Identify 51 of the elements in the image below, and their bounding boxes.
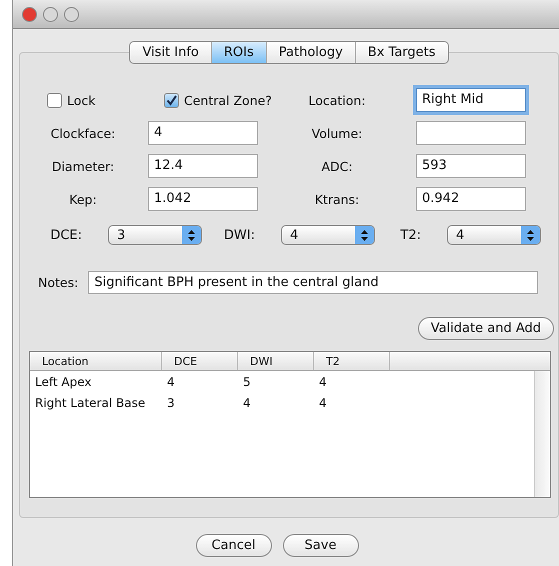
table-cell-text: 4 (242, 396, 252, 410)
input-field[interactable]: 4 (148, 121, 258, 145)
field-label: Ktrans: (314, 192, 360, 206)
input-field[interactable]: 593 (416, 154, 526, 178)
column-header[interactable]: T2 (314, 352, 390, 370)
dropdown-label: DWI: (222, 228, 256, 242)
stepper-icon (355, 226, 374, 244)
save-button[interactable]: Save (282, 534, 358, 557)
cancel-button[interactable]: Cancel (196, 534, 272, 557)
field-label: Volume: (310, 126, 364, 140)
dropdown[interactable]: 4 (281, 225, 375, 245)
table-cell-text: 4 (166, 374, 176, 388)
close-icon[interactable] (22, 6, 37, 22)
column-header[interactable]: Location (30, 352, 162, 370)
column-header[interactable]: DWI (238, 352, 314, 370)
minimize-icon[interactable] (43, 6, 58, 22)
dropdown-label: DCE: (49, 228, 83, 242)
notes-label: Notes: (38, 275, 78, 290)
tab[interactable]: ROIs (210, 42, 266, 63)
field-label: Location: (307, 92, 367, 108)
field-label: Diameter: (50, 158, 116, 174)
field-label: ADC: (320, 158, 354, 174)
table-cell-text: 5 (242, 374, 252, 388)
checkbox[interactable] (47, 92, 62, 108)
column-header[interactable]: DCE (162, 352, 238, 370)
table-cell-text: 3 (166, 396, 176, 410)
scroll-bar[interactable] (534, 371, 550, 497)
tab[interactable]: Pathology (266, 42, 355, 63)
validate-button[interactable]: Validate and Add (418, 317, 554, 340)
input-field[interactable]: 1.042 (148, 187, 258, 211)
dropdown[interactable]: 3 (108, 225, 202, 245)
dropdown-label: T2: (399, 228, 422, 242)
field-label: Clockface: (50, 126, 116, 140)
stepper-icon (521, 226, 540, 244)
table-cell-text: 4 (318, 396, 328, 410)
input-field[interactable]: 0.942 (416, 187, 526, 211)
input-field[interactable] (416, 121, 526, 145)
input-field[interactable]: 12.4 (148, 154, 258, 178)
checkbox[interactable] (164, 92, 179, 108)
table-cell-text: Left Apex (34, 374, 92, 388)
checkbox-label: Lock (67, 92, 96, 108)
stepper-icon (182, 226, 201, 244)
table-cell-text: 4 (318, 374, 328, 388)
table-cell-text: Right Lateral Base (34, 396, 146, 410)
tab[interactable]: Visit Info (130, 42, 211, 63)
zoom-icon[interactable] (64, 6, 79, 22)
dropdown[interactable]: 4 (447, 225, 541, 245)
input-field[interactable]: Right Mid (416, 88, 526, 112)
checkbox-label: Central Zone? (184, 92, 272, 108)
notes-field[interactable]: Significant BPH present in the central gland (88, 271, 538, 294)
field-label: Kep: (68, 192, 98, 206)
